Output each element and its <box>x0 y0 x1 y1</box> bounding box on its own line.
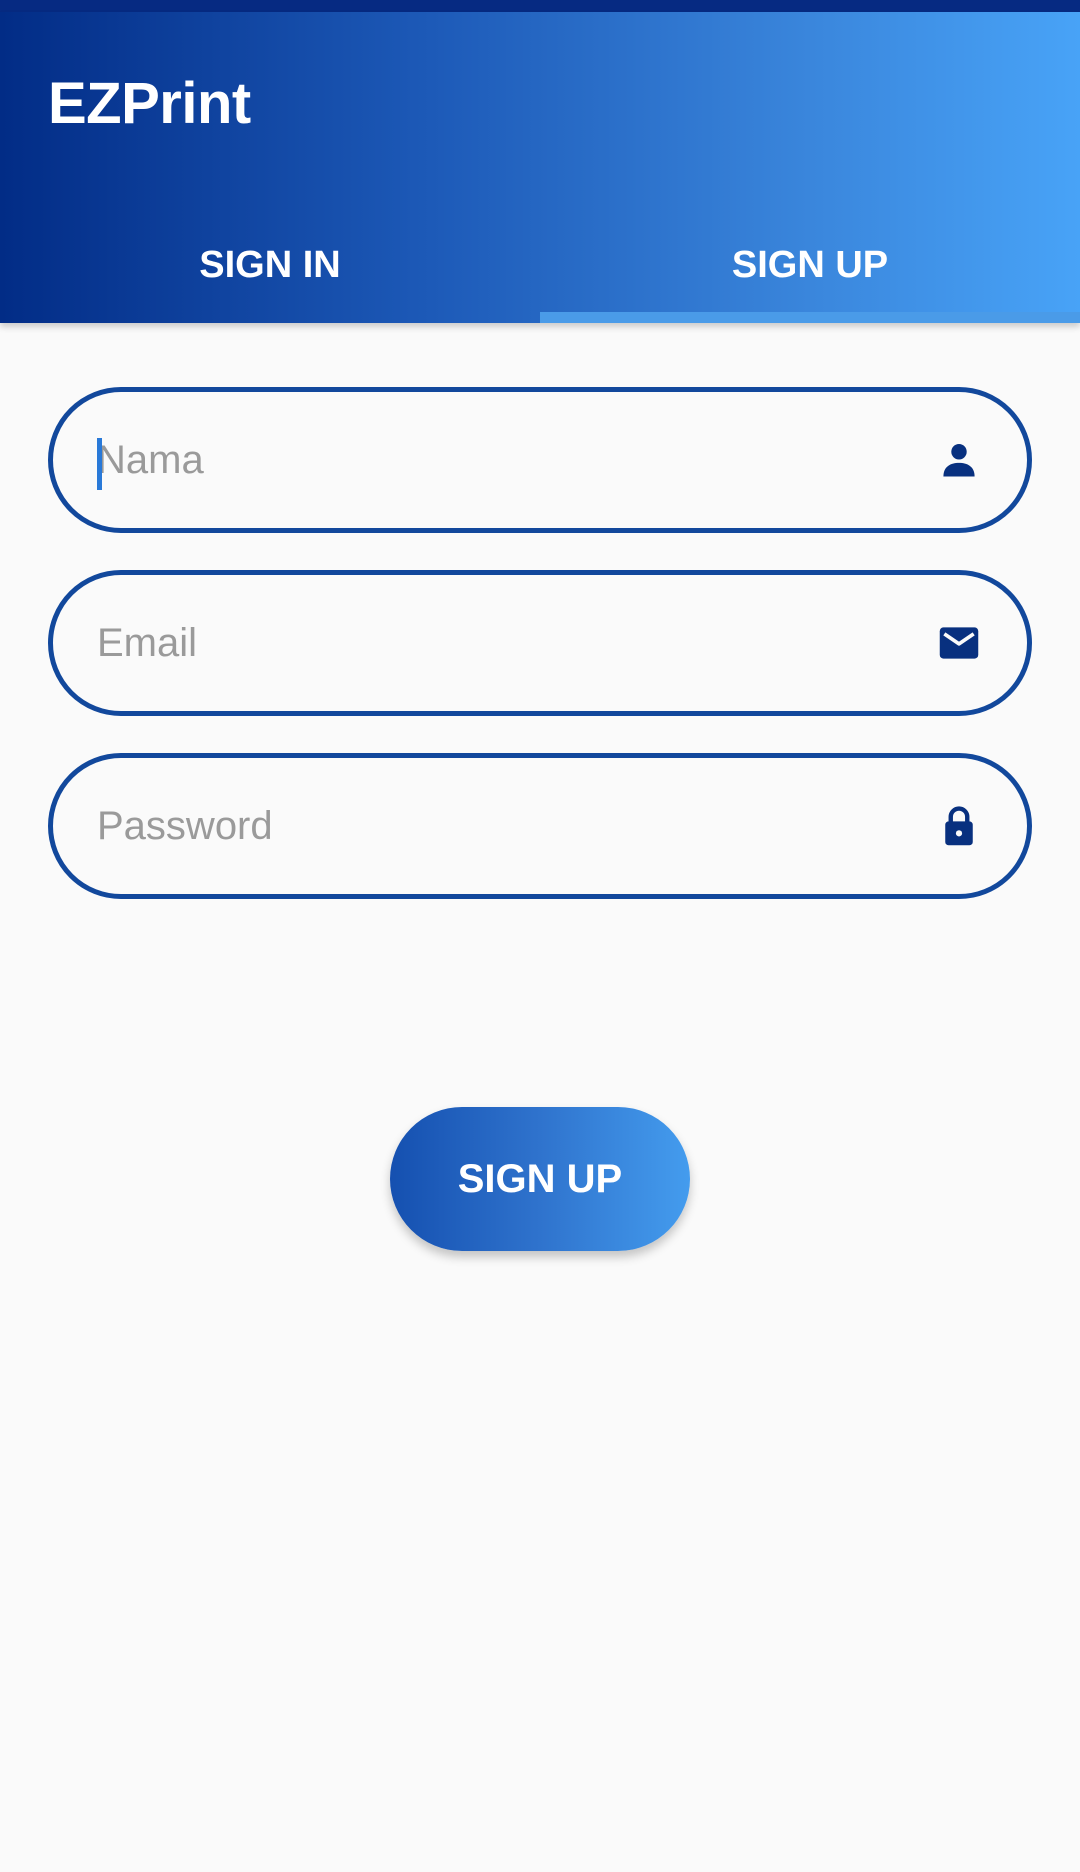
nama-input[interactable] <box>97 392 897 528</box>
tab-sign-in-label: SIGN IN <box>199 244 341 286</box>
app-bar: EZPrint SIGN IN SIGN UP <box>0 12 1080 323</box>
password-input[interactable] <box>97 758 897 894</box>
person-icon <box>943 444 975 477</box>
email-input[interactable] <box>97 575 897 711</box>
text-caret <box>97 438 102 490</box>
nama-field[interactable] <box>48 387 1032 533</box>
mail-icon <box>939 627 979 659</box>
email-field[interactable] <box>48 570 1032 716</box>
tab-sign-up-label: SIGN UP <box>731 244 889 286</box>
active-tab-indicator <box>540 312 1080 323</box>
status-bar-strip <box>0 0 1080 12</box>
lock-icon <box>945 806 973 846</box>
tab-sign-up[interactable]: SIGN UP <box>540 222 1080 322</box>
tab-sign-in[interactable]: SIGN IN <box>0 222 540 322</box>
sign-up-button[interactable]: SIGN UP <box>390 1107 690 1251</box>
app-title: EZPrint <box>48 71 251 136</box>
password-field[interactable] <box>48 753 1032 899</box>
